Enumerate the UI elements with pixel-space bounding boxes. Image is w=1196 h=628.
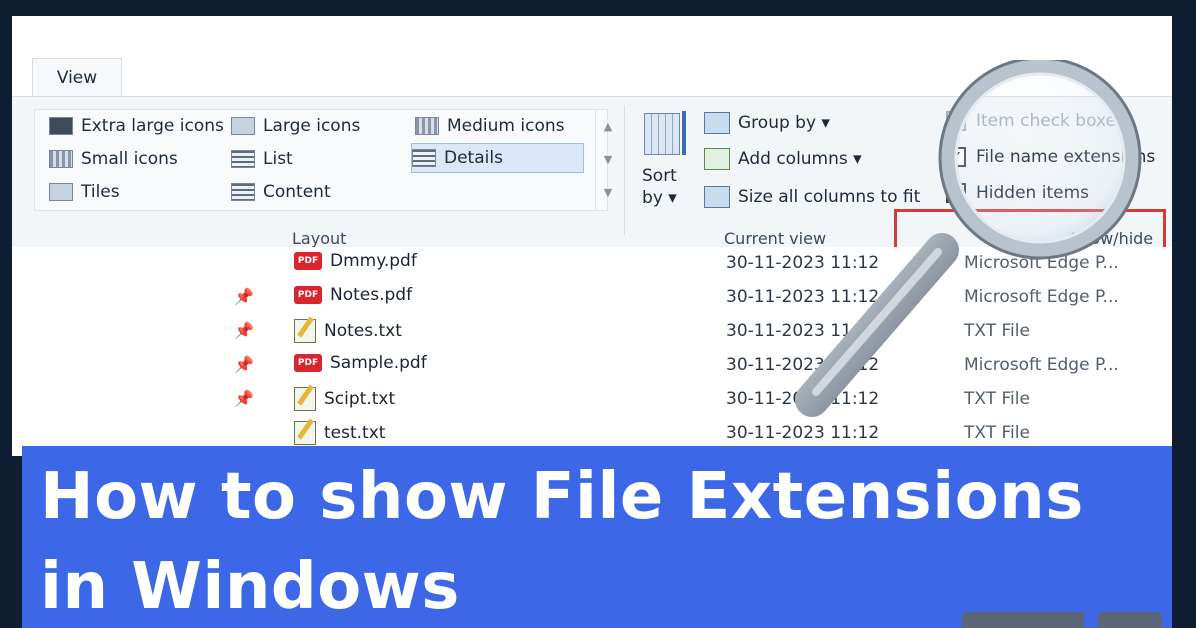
text-file-icon xyxy=(294,421,316,445)
file-name-extensions-checkbox[interactable]: ✓ xyxy=(946,147,966,167)
file-name-cell: Scipt.txt xyxy=(294,387,395,411)
add-columns-icon xyxy=(704,148,730,170)
table-row[interactable]: 📌 PDF Sample.pdf 30-11-2023 11:12 Micros… xyxy=(12,349,1172,383)
file-name-cell: PDF Sample.pdf xyxy=(294,353,427,373)
file-date-cell: 30-11-2023 11:12 xyxy=(726,355,880,375)
sort-arrow-icon xyxy=(682,111,686,155)
file-date-cell: 30-11-2023 11:12 xyxy=(726,389,880,409)
extra-large-icons-icon xyxy=(49,117,73,135)
file-name-cell: Notes.txt xyxy=(294,319,402,343)
pdf-file-icon: PDF xyxy=(294,354,322,372)
pdf-file-icon: PDF xyxy=(294,286,322,304)
table-row[interactable]: 📌 Notes.txt 30-11-2023 11:12 TXT File xyxy=(12,315,1172,349)
item-check-boxes-checkbox[interactable] xyxy=(946,111,966,131)
details-icon xyxy=(412,149,436,167)
layout-large-icons[interactable]: Large icons xyxy=(231,112,360,140)
hidden-items-option[interactable]: ✓ Hidden items xyxy=(946,183,1089,203)
table-row[interactable]: PDF Dmmy.pdf 30-11-2023 11:12 Microsoft … xyxy=(12,247,1172,281)
group-by-button[interactable]: Group by ▾ xyxy=(704,109,830,137)
sort-by-icon xyxy=(644,113,680,155)
explorer-screenshot: View Extra large icons Large icons Mediu… xyxy=(12,16,1172,456)
tab-view[interactable]: View xyxy=(32,58,122,97)
layout-extra-large-icons[interactable]: Extra large icons xyxy=(49,112,224,140)
ribbon-tab-strip: View xyxy=(12,16,1172,97)
pin-icon: 📌 xyxy=(234,389,254,408)
banner-title: How to show File Extensions in Windows xyxy=(40,460,1084,624)
tiles-icon xyxy=(49,183,73,201)
file-name-cell: test.txt xyxy=(294,421,385,445)
small-icons-icon xyxy=(49,150,73,168)
layout-group-label: Layout xyxy=(292,229,347,248)
file-date-cell: 30-11-2023 11:12 xyxy=(726,253,880,273)
pin-icon: 📌 xyxy=(234,287,254,306)
layout-gallery: Extra large icons Large icons Medium ico… xyxy=(34,109,612,211)
text-file-icon xyxy=(294,319,316,343)
table-row[interactable]: 📌 Scipt.txt 30-11-2023 11:12 TXT File xyxy=(12,383,1172,417)
file-name-cell: PDF Dmmy.pdf xyxy=(294,251,417,271)
text-file-icon xyxy=(294,387,316,411)
add-columns-button[interactable]: Add columns ▾ xyxy=(704,145,862,173)
file-type-cell: Microsoft Edge P... xyxy=(964,287,1119,307)
layout-gallery-scroller[interactable]: ▲ ▼ ▼ xyxy=(595,110,620,210)
ribbon-view-pane: Extra large icons Large icons Medium ico… xyxy=(12,96,1172,263)
pin-icon: 📌 xyxy=(234,355,254,374)
layout-medium-icons[interactable]: Medium icons xyxy=(415,112,564,140)
layout-small-icons[interactable]: Small icons xyxy=(49,145,178,173)
file-type-cell: Microsoft Edge P... xyxy=(964,355,1119,375)
group-by-icon xyxy=(704,112,730,134)
pin-icon: 📌 xyxy=(234,321,254,340)
file-type-cell: TXT File xyxy=(964,321,1030,341)
large-icons-icon xyxy=(231,117,255,135)
size-columns-icon xyxy=(704,186,730,208)
pdf-file-icon: PDF xyxy=(294,252,322,270)
video-control-button[interactable] xyxy=(962,612,1084,628)
current-view-group-label: Current view xyxy=(724,229,827,248)
item-check-boxes-option[interactable]: Item check boxes xyxy=(946,111,1125,131)
layout-list[interactable]: List xyxy=(231,145,293,173)
list-icon xyxy=(231,150,255,168)
file-date-cell: 30-11-2023 11:12 xyxy=(726,423,880,443)
sort-by-button[interactable]: Sort by ▾ xyxy=(642,165,677,209)
medium-icons-icon xyxy=(415,117,439,135)
content-icon xyxy=(231,183,255,201)
file-list: PDF Dmmy.pdf 30-11-2023 11:12 Microsoft … xyxy=(12,247,1172,456)
scroll-down-icon[interactable]: ▼ xyxy=(596,143,620,176)
file-type-cell: Microsoft Edge P... xyxy=(964,253,1119,273)
file-date-cell: 30-11-2023 11:12 xyxy=(726,321,880,341)
layout-tiles[interactable]: Tiles xyxy=(49,178,120,206)
ribbon-separator xyxy=(624,105,625,235)
file-type-cell: TXT File xyxy=(964,389,1030,409)
video-control-button[interactable] xyxy=(1098,612,1162,628)
gallery-expand-icon[interactable]: ▼ xyxy=(596,176,620,209)
file-name-cell: PDF Notes.pdf xyxy=(294,285,412,305)
size-columns-button[interactable]: Size all columns to fit xyxy=(704,183,920,211)
layout-details[interactable]: Details xyxy=(411,143,584,173)
scroll-up-icon[interactable]: ▲ xyxy=(596,110,620,143)
title-banner: How to show File Extensions in Windows xyxy=(22,446,1172,628)
layout-content[interactable]: Content xyxy=(231,178,331,206)
file-name-extensions-option[interactable]: ✓ File name extensions xyxy=(946,147,1155,167)
file-type-cell: TXT File xyxy=(964,423,1030,443)
file-date-cell: 30-11-2023 11:12 xyxy=(726,287,880,307)
table-row[interactable]: 📌 PDF Notes.pdf 30-11-2023 11:12 Microso… xyxy=(12,281,1172,315)
hidden-items-checkbox[interactable]: ✓ xyxy=(946,183,966,203)
